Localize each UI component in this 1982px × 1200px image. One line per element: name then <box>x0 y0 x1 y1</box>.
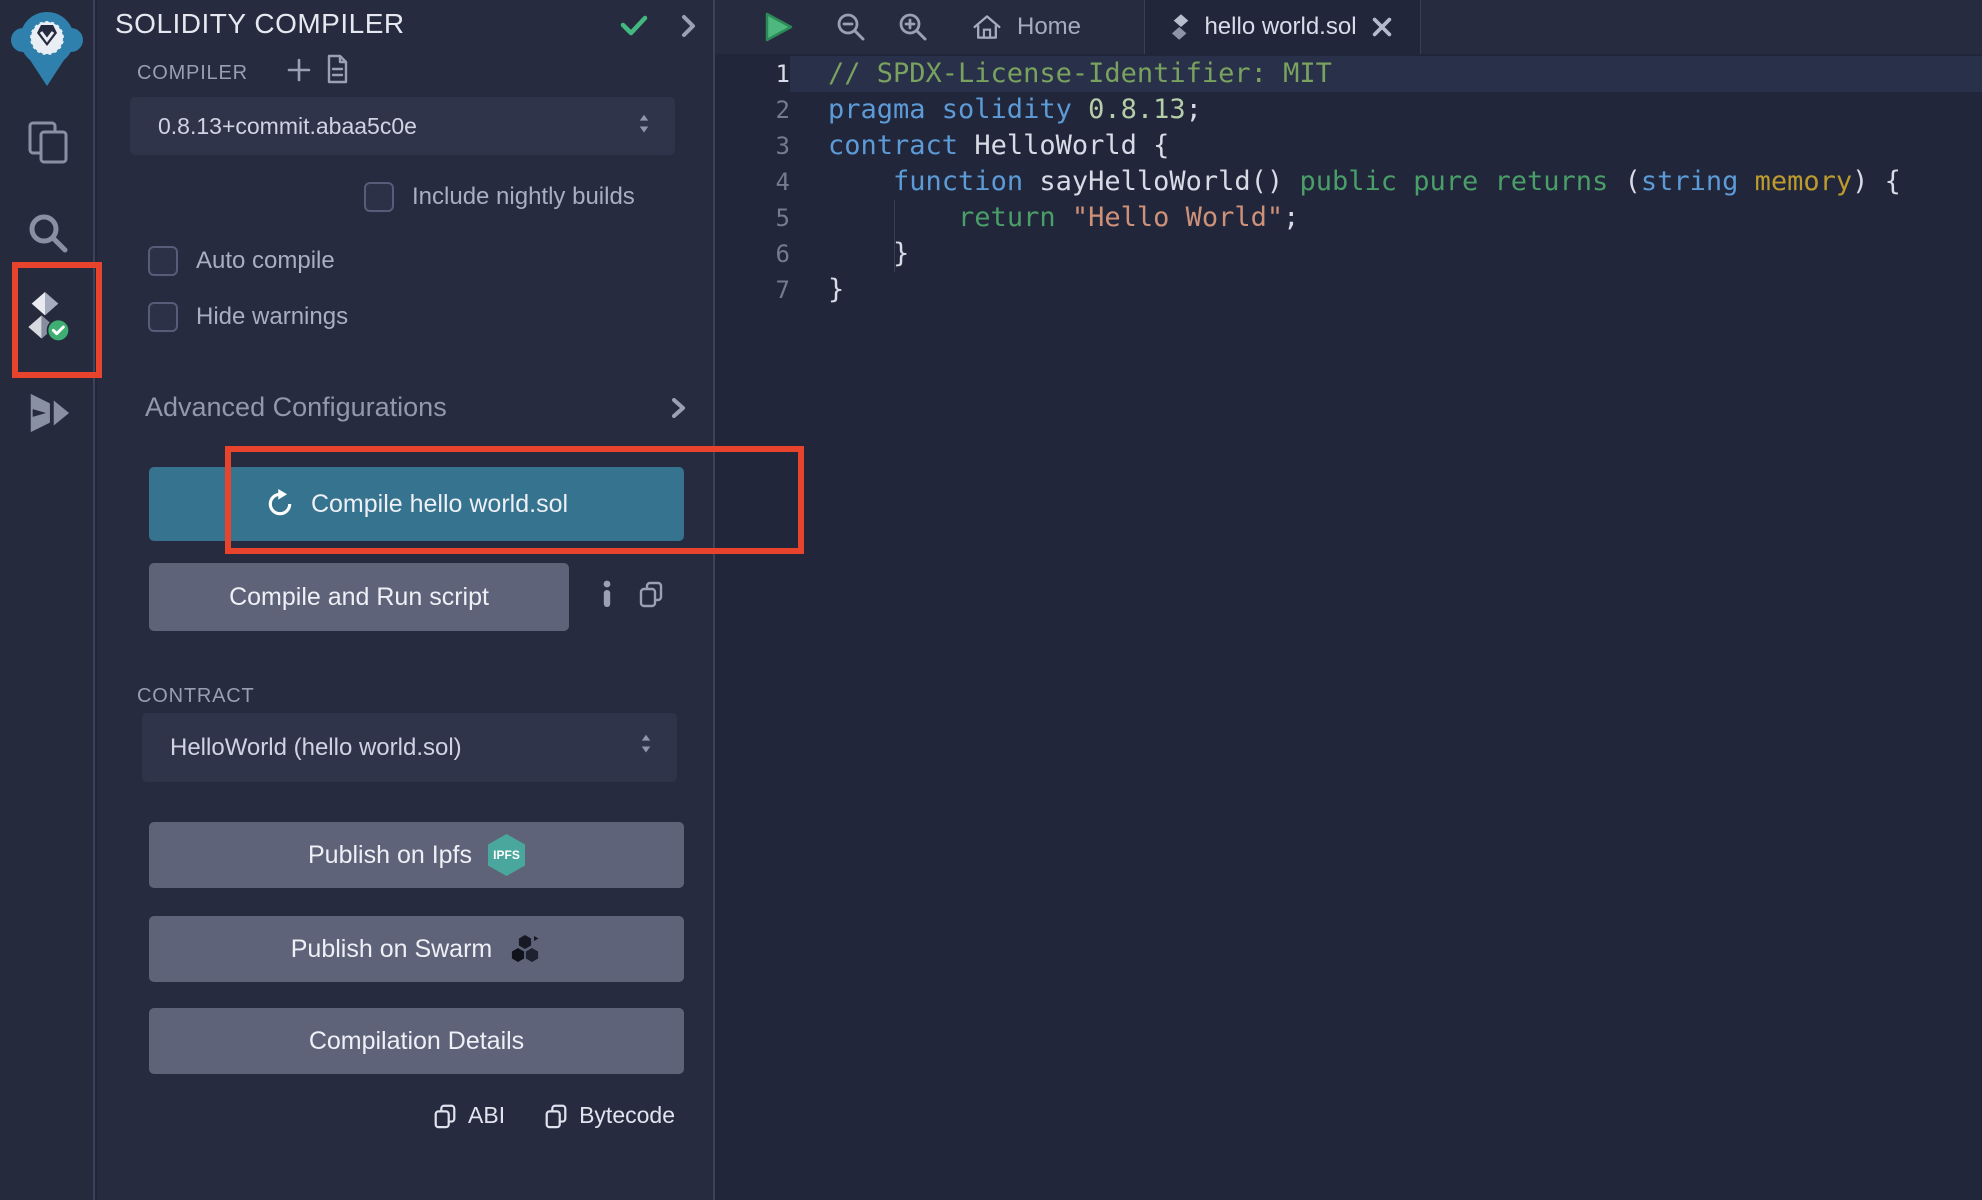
editor-area: Home hello world.sol 1// SPDX-License-Id… <box>715 0 1982 1200</box>
include-nightly-checkbox[interactable] <box>364 182 394 212</box>
contract-select[interactable]: HelloWorld (hello world.sol) <box>142 713 677 782</box>
code-line: 7} <box>715 272 1982 308</box>
zoom-out-icon[interactable] <box>835 0 867 54</box>
file-explorer-icon[interactable] <box>23 118 73 168</box>
line-number: 6 <box>715 236 790 272</box>
home-icon <box>971 12 1003 42</box>
tab-hello-world-sol[interactable]: hello world.sol <box>1144 0 1421 54</box>
info-icon[interactable] <box>594 578 620 613</box>
publish-ipfs-button[interactable]: Publish on Ipfs IPFS <box>149 822 684 888</box>
remix-logo-icon[interactable] <box>11 6 83 88</box>
activity-bar <box>0 0 95 1200</box>
swarm-icon <box>508 933 542 965</box>
panel-title: SOLIDITY COMPILER <box>115 8 405 40</box>
tab-home[interactable]: Home <box>961 0 1091 54</box>
ipfs-icon: IPFS <box>488 834 525 876</box>
line-number: 4 <box>715 164 790 200</box>
copy-bytecode-button[interactable]: Bytecode <box>543 1102 675 1129</box>
code-line: 2pragma solidity 0.8.13; <box>715 92 1982 128</box>
compilation-details-label: Compilation Details <box>309 1027 524 1056</box>
compiler-version-value: 0.8.13+commit.abaa5c0e <box>130 113 633 140</box>
compiler-section-label: COMPILER <box>137 62 248 85</box>
code-line: 6 } <box>715 236 1982 272</box>
line-number: 1 <box>715 56 790 92</box>
advanced-chevron-right-icon <box>666 396 690 420</box>
hide-warnings-label: Hide warnings <box>196 303 348 331</box>
advanced-configurations-toggle[interactable]: Advanced Configurations <box>145 392 690 423</box>
zoom-in-icon[interactable] <box>897 0 929 54</box>
auto-compile-checkbox[interactable] <box>148 246 178 276</box>
publish-swarm-label: Publish on Swarm <box>291 935 492 964</box>
compile-button[interactable]: Compile hello world.sol <box>149 467 684 541</box>
compilation-details-button[interactable]: Compilation Details <box>149 1008 684 1074</box>
copy-icon <box>432 1103 458 1129</box>
advanced-configurations-label: Advanced Configurations <box>145 392 447 423</box>
line-number: 3 <box>715 128 790 164</box>
code-line: 5 return "Hello World"; <box>715 200 1982 236</box>
contract-section-label: CONTRACT <box>137 685 255 708</box>
copy-icon <box>543 1103 569 1129</box>
close-tab-icon[interactable] <box>1370 15 1394 39</box>
copy-script-icon[interactable] <box>637 580 665 613</box>
tab-home-label: Home <box>1017 13 1081 41</box>
compile-success-check-icon <box>619 10 649 45</box>
include-nightly-checkbox-row[interactable]: Include nightly builds <box>364 182 635 212</box>
refresh-icon <box>265 489 295 519</box>
line-number: 5 <box>715 200 790 236</box>
solidity-compiler-icon[interactable] <box>20 292 70 342</box>
abi-label: ABI <box>468 1102 505 1129</box>
copy-abi-button[interactable]: ABI <box>432 1102 505 1129</box>
run-script-play-icon[interactable] <box>761 0 795 54</box>
publish-swarm-button[interactable]: Publish on Swarm <box>149 916 684 982</box>
code-line: 4 function sayHelloWorld() public pure r… <box>715 164 1982 200</box>
remix-ide-window: SOLIDITY COMPILER COMPILER 0.8.13+commit… <box>0 0 1982 1200</box>
editor-tabbar: Home hello world.sol <box>715 0 1982 54</box>
solidity-file-icon <box>1171 13 1191 41</box>
search-icon[interactable] <box>23 208 73 258</box>
indent-guide <box>894 236 895 272</box>
auto-compile-label: Auto compile <box>196 247 335 275</box>
line-number: 2 <box>715 92 790 128</box>
include-nightly-label: Include nightly builds <box>412 183 635 211</box>
contract-select-value: HelloWorld (hello world.sol) <box>142 734 635 762</box>
line-number: 7 <box>715 272 790 308</box>
compile-and-run-button[interactable]: Compile and Run script <box>149 563 569 631</box>
auto-compile-checkbox-row[interactable]: Auto compile <box>148 246 335 276</box>
hide-warnings-checkbox-row[interactable]: Hide warnings <box>148 302 348 332</box>
tab-file-label: hello world.sol <box>1204 13 1356 41</box>
compiler-doc-icon[interactable] <box>323 54 351 89</box>
compiler-version-select[interactable]: 0.8.13+commit.abaa5c0e <box>130 97 675 155</box>
publish-ipfs-label: Publish on Ipfs <box>308 841 472 870</box>
code-line: 3contract HelloWorld { <box>715 128 1982 164</box>
abi-bytecode-row: ABI Bytecode <box>432 1102 675 1129</box>
indent-guide <box>894 200 895 236</box>
select-arrows-icon <box>635 731 657 764</box>
compile-and-run-label: Compile and Run script <box>229 583 489 612</box>
add-compiler-icon[interactable] <box>285 56 313 89</box>
panel-chevron-right-icon[interactable] <box>675 13 701 44</box>
solidity-compiler-panel: SOLIDITY COMPILER COMPILER 0.8.13+commit… <box>97 0 715 1200</box>
code-line: 1// SPDX-License-Identifier: MIT <box>715 56 1982 92</box>
bytecode-label: Bytecode <box>579 1102 675 1129</box>
compile-button-label: Compile hello world.sol <box>311 490 568 519</box>
hide-warnings-checkbox[interactable] <box>148 302 178 332</box>
code-editor[interactable]: 1// SPDX-License-Identifier: MIT2pragma … <box>715 54 1982 1200</box>
select-arrows-icon <box>633 111 655 142</box>
deploy-run-icon[interactable] <box>23 388 73 438</box>
